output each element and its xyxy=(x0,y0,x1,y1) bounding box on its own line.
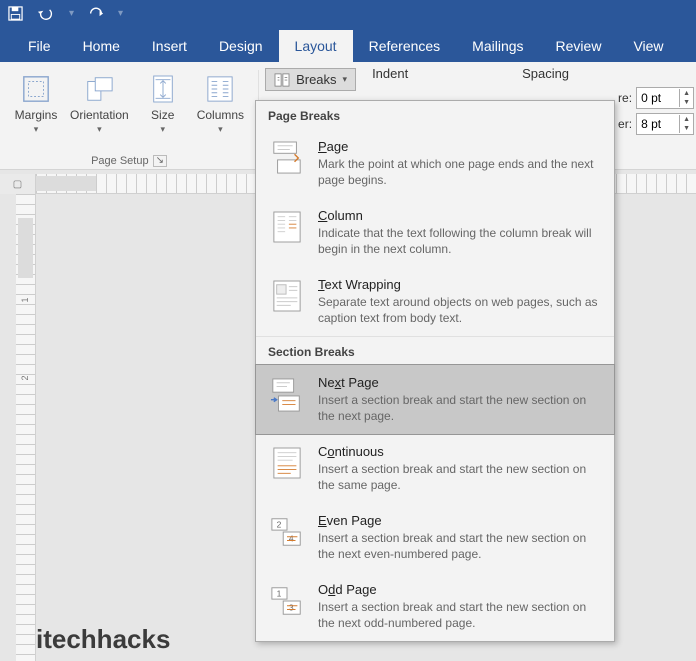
menu-title: Column xyxy=(318,208,600,223)
menu-title: Page xyxy=(318,139,600,154)
breaks-icon xyxy=(274,73,290,87)
watermark-text: itechhacks xyxy=(36,624,170,655)
menu-desc: Insert a section break and start the new… xyxy=(318,392,600,424)
menu-item-continuous[interactable]: Continuous Insert a section break and st… xyxy=(256,434,614,503)
next-page-break-icon xyxy=(270,375,304,424)
menu-desc: Insert a section break and start the new… xyxy=(318,461,600,493)
undo-icon[interactable] xyxy=(37,6,55,21)
menu-desc: Separate text around objects on web page… xyxy=(318,294,600,326)
svg-text:4: 4 xyxy=(289,533,294,543)
vertical-ruler[interactable]: 1 2 xyxy=(16,194,36,661)
dialog-launcher-icon[interactable]: ↘ xyxy=(153,155,167,167)
tab-insert[interactable]: Insert xyxy=(136,30,203,62)
even-page-break-icon: 24 xyxy=(270,513,304,562)
tab-layout[interactable]: Layout xyxy=(279,30,353,62)
menu-item-text-wrapping[interactable]: Text Wrapping Separate text around objec… xyxy=(256,267,614,336)
spacing-after-label: er: xyxy=(618,117,632,131)
menu-desc: Mark the point at which one page ends an… xyxy=(318,156,600,188)
tab-design[interactable]: Design xyxy=(203,30,279,62)
qat-separator: ▾ xyxy=(69,8,74,19)
menu-title: Continuous xyxy=(318,444,600,459)
page-breaks-header: Page Breaks xyxy=(256,101,614,129)
spacing-after-input[interactable]: ▲▼ xyxy=(636,113,694,135)
tab-references[interactable]: References xyxy=(353,30,457,62)
menu-title: Even Page xyxy=(318,513,600,528)
menu-desc: Insert a section break and start the new… xyxy=(318,599,600,631)
size-icon xyxy=(150,72,176,106)
continuous-break-icon xyxy=(270,444,304,493)
svg-text:1: 1 xyxy=(277,588,282,598)
quick-access-toolbar: ▾ ▾ xyxy=(0,0,696,26)
section-breaks-header: Section Breaks xyxy=(256,336,614,365)
ruler-corner: ▢ xyxy=(0,174,36,194)
menu-title: Next Page xyxy=(318,375,600,390)
menu-desc: Insert a section break and start the new… xyxy=(318,530,600,562)
group-label-page-setup: Page Setup ↘ xyxy=(91,155,167,167)
chevron-down-icon: ▾ xyxy=(218,124,223,135)
orientation-button[interactable]: Orientation ▾ xyxy=(64,68,135,139)
chevron-down-icon: ▾ xyxy=(97,124,102,135)
chevron-down-icon: ▾ xyxy=(34,124,39,135)
chevron-down-icon: ▾ xyxy=(343,74,348,85)
spacing-before-input[interactable]: ▲▼ xyxy=(636,87,694,109)
spin-up-icon[interactable]: ▲ xyxy=(680,115,693,124)
columns-button[interactable]: Columns ▾ xyxy=(191,68,250,139)
menu-item-odd-page[interactable]: 13 Odd Page Insert a section break and s… xyxy=(256,572,614,641)
page-break-icon xyxy=(270,139,304,188)
group-page-setup: Margins ▾ Orientation ▾ Size ▾ xyxy=(0,62,258,169)
tab-view[interactable]: View xyxy=(617,30,679,62)
breaks-dropdown: Page Breaks Page Mark the point at which… xyxy=(255,100,615,642)
spacing-before-label: re: xyxy=(618,91,632,105)
menu-title: Odd Page xyxy=(318,582,600,597)
menu-title: Text Wrapping xyxy=(318,277,600,292)
tab-help[interactable]: Help xyxy=(680,30,696,62)
odd-page-break-icon: 13 xyxy=(270,582,304,631)
margins-button[interactable]: Margins ▾ xyxy=(8,68,64,139)
spin-down-icon[interactable]: ▼ xyxy=(680,98,693,107)
indent-label: Indent xyxy=(372,66,522,81)
menu-item-page[interactable]: Page Mark the point at which one page en… xyxy=(256,129,614,198)
svg-text:2: 2 xyxy=(277,519,282,529)
menu-item-next-page[interactable]: Next Page Insert a section break and sta… xyxy=(255,364,615,435)
tab-file[interactable]: File xyxy=(12,30,67,62)
menu-desc: Indicate that the text following the col… xyxy=(318,225,600,257)
menu-item-even-page[interactable]: 24 Even Page Insert a section break and … xyxy=(256,503,614,572)
tab-mailings[interactable]: Mailings xyxy=(456,30,539,62)
menu-item-column[interactable]: Column Indicate that the text following … xyxy=(256,198,614,267)
margins-icon xyxy=(21,72,51,106)
breaks-button[interactable]: Breaks ▾ xyxy=(265,68,356,91)
spacing-label: Spacing xyxy=(522,66,569,81)
qat-customize-icon[interactable]: ▾ xyxy=(118,8,123,19)
column-break-icon xyxy=(270,208,304,257)
svg-text:3: 3 xyxy=(289,602,294,612)
ribbon-tabs: File Home Insert Design Layout Reference… xyxy=(0,26,696,62)
tab-review[interactable]: Review xyxy=(540,30,618,62)
text-wrapping-break-icon xyxy=(270,277,304,326)
columns-icon xyxy=(206,72,234,106)
orientation-icon xyxy=(84,72,114,106)
size-button[interactable]: Size ▾ xyxy=(135,68,191,139)
spin-down-icon[interactable]: ▼ xyxy=(680,124,693,133)
chevron-down-icon: ▾ xyxy=(160,124,165,135)
redo-icon[interactable] xyxy=(88,6,104,21)
tab-home[interactable]: Home xyxy=(67,30,136,62)
spin-up-icon[interactable]: ▲ xyxy=(680,89,693,98)
save-icon[interactable] xyxy=(8,6,23,21)
